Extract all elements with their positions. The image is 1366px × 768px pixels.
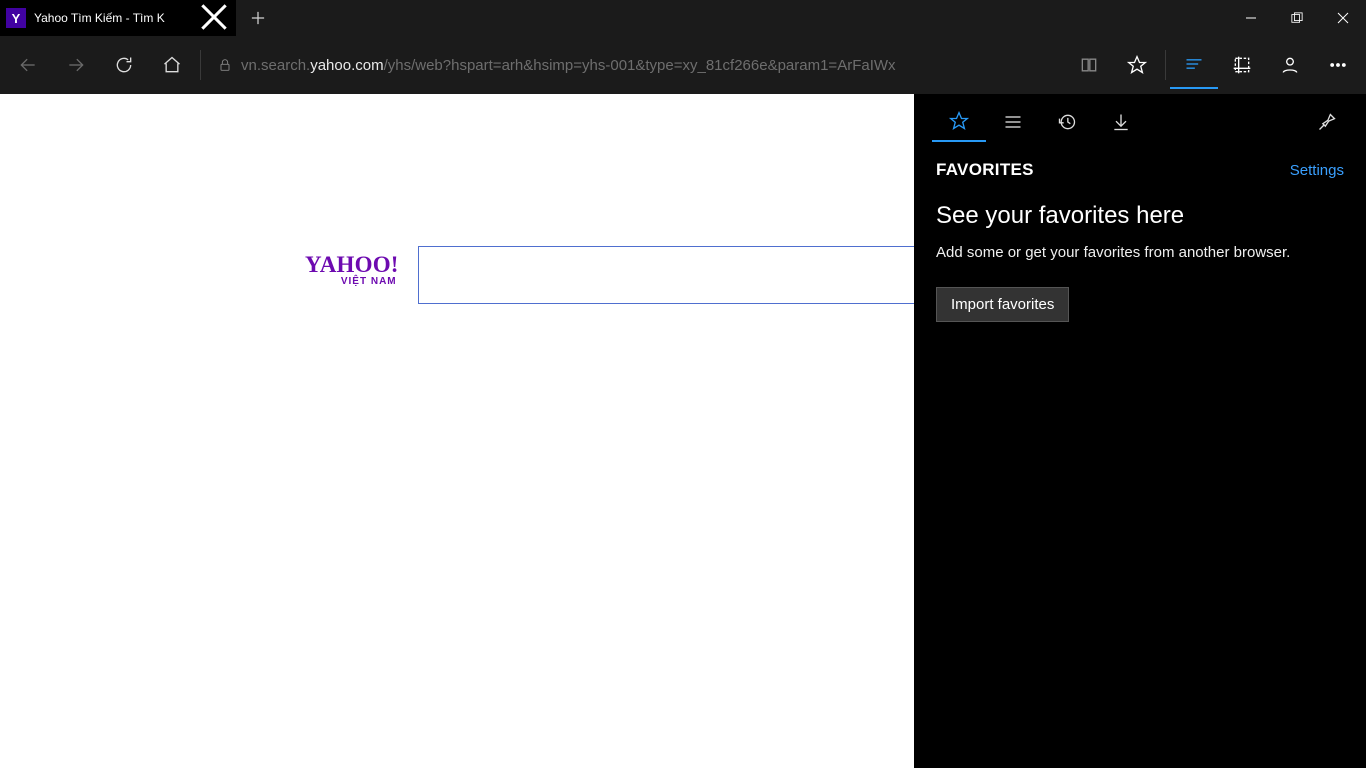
share-icon[interactable] [1266, 41, 1314, 89]
yahoo-logo-subtext: VIỆT NAM [305, 276, 399, 287]
hub-pin-icon[interactable] [1300, 102, 1354, 142]
new-tab-button[interactable] [236, 0, 280, 36]
browser-tab[interactable]: Y Yahoo Tìm Kiếm - Tìm K [0, 0, 236, 36]
refresh-icon[interactable] [100, 41, 148, 89]
hub-tab-favorites-icon[interactable] [932, 102, 986, 142]
hub-body: FAVORITES Settings See your favorites he… [914, 150, 1366, 322]
window-titlebar: Y Yahoo Tìm Kiếm - Tìm K [0, 0, 1366, 36]
yahoo-search-area: YAHOO! VIỆT NAM [305, 252, 1005, 287]
import-favorites-button[interactable]: Import favorites [936, 287, 1069, 322]
address-bar-url: vn.search.yahoo.com/yhs/web?hspart=arh&h… [241, 57, 896, 74]
address-bar[interactable]: vn.search.yahoo.com/yhs/web?hspart=arh&h… [209, 48, 1061, 82]
window-minimize-icon[interactable] [1228, 0, 1274, 36]
url-path: /yhs/web?hspart=arh&hsimp=yhs-001&type=x… [384, 57, 896, 74]
hub-tab-readinglist-icon[interactable] [986, 102, 1040, 142]
browser-toolbar: vn.search.yahoo.com/yhs/web?hspart=arh&h… [0, 36, 1366, 94]
favorites-panel: FAVORITES Settings See your favorites he… [914, 94, 1366, 768]
url-prefix: vn.search. [241, 57, 310, 74]
home-icon[interactable] [148, 41, 196, 89]
hub-settings-link[interactable]: Settings [1290, 162, 1344, 179]
hub-tabs [914, 94, 1366, 150]
toolbar-separator-2 [1165, 50, 1166, 80]
tab-title: Yahoo Tìm Kiếm - Tìm K [34, 11, 200, 25]
favorite-star-icon[interactable] [1113, 41, 1161, 89]
hub-tab-history-icon[interactable] [1040, 102, 1094, 142]
hub-tab-downloads-icon[interactable] [1094, 102, 1148, 142]
titlebar-spacer [280, 0, 1228, 36]
hub-title: FAVORITES [936, 160, 1034, 180]
hub-header: FAVORITES Settings [936, 160, 1344, 180]
forward-icon[interactable] [52, 41, 100, 89]
window-close-icon[interactable] [1320, 0, 1366, 36]
reading-view-icon[interactable] [1065, 41, 1113, 89]
hub-icon[interactable] [1170, 41, 1218, 89]
page-content: YAHOO! VIỆT NAM FAVORITES [0, 94, 1366, 768]
hub-subtext: Add some or get your favorites from anot… [936, 242, 1344, 263]
url-domain: yahoo.com [310, 57, 383, 74]
tab-close-icon[interactable] [200, 3, 228, 34]
more-icon[interactable] [1314, 41, 1362, 89]
toolbar-separator [200, 50, 201, 80]
hub-headline: See your favorites here [936, 202, 1344, 230]
window-maximize-icon[interactable] [1274, 0, 1320, 36]
web-note-icon[interactable] [1218, 41, 1266, 89]
lock-icon [209, 57, 241, 73]
back-icon[interactable] [4, 41, 52, 89]
yahoo-logo[interactable]: YAHOO! VIỆT NAM [305, 252, 399, 287]
tab-favicon: Y [6, 8, 26, 28]
yahoo-logo-text: YAHOO! [305, 252, 399, 277]
